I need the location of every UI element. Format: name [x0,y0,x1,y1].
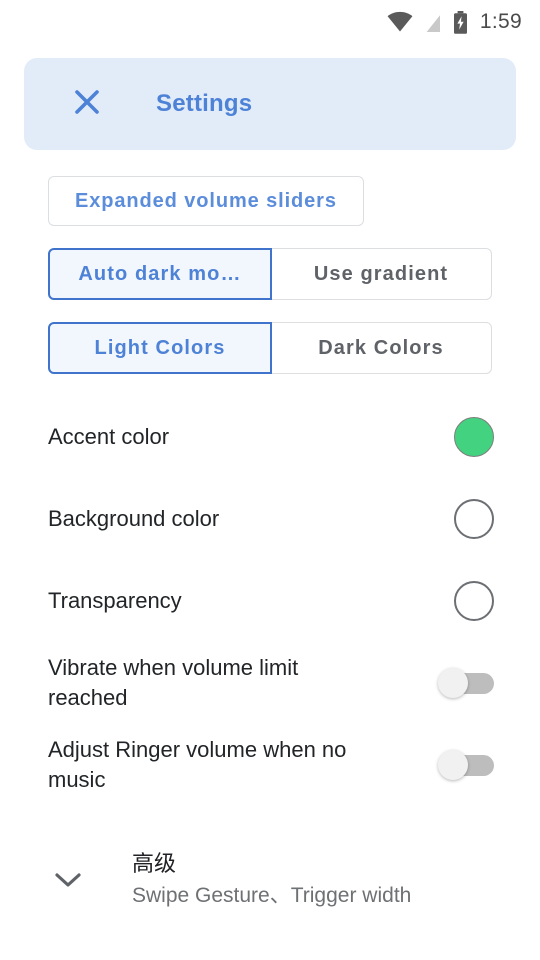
row-label: Accent color [48,424,170,449]
toggle-thumb [438,750,468,780]
signal-off-icon [423,11,443,33]
segment-option-label: Auto dark mo… [78,262,242,285]
page-title: Settings [156,90,253,117]
segment-option-dark-colors[interactable]: Dark Colors [271,322,492,374]
segment-option-light-colors[interactable]: Light Colors [48,322,272,374]
advanced-expander[interactable]: 高级 Swipe Gesture、Trigger width [0,832,540,928]
color-scheme-segment: Light Colors Dark Colors [48,322,492,374]
status-time: 1:59 [479,10,522,33]
row-label: Background color [48,506,220,531]
row-background-color[interactable]: Background color [0,478,540,560]
settings-list: Accent color Background color Transparen… [0,396,540,806]
expanded-volume-sliders-row: Expanded volume sliders [0,176,540,226]
expanded-volume-sliders-button[interactable]: Expanded volume sliders [48,176,364,226]
row-transparency[interactable]: Transparency [0,560,540,642]
background-color-swatch[interactable] [454,499,494,539]
row-label: Vibrate when volume limit reached [48,655,299,710]
row-label: Transparency [48,588,182,613]
transparency-swatch[interactable] [454,581,494,621]
segment-option-use-gradient[interactable]: Use gradient [271,248,492,300]
advanced-subtitle: Swipe Gesture、Trigger width [132,884,412,907]
toggle-thumb [438,668,468,698]
segment-option-auto-dark-mode[interactable]: Auto dark mo… [48,248,272,300]
advanced-text-block: 高级 Swipe Gesture、Trigger width [132,849,411,911]
advanced-title: 高级 [132,851,177,876]
status-bar: 1:59 [0,0,540,44]
row-accent-color[interactable]: Accent color [0,396,540,478]
segment-option-label: Dark Colors [318,336,444,359]
row-adjust-ringer-volume[interactable]: Adjust Ringer volume when no music [0,724,540,806]
wifi-icon [387,11,413,33]
battery-charging-icon [453,10,468,34]
close-icon [72,87,102,122]
segment-option-label: Use gradient [313,262,449,285]
vibrate-volume-limit-toggle[interactable] [438,668,494,698]
row-label: Adjust Ringer volume when no music [48,737,347,792]
segment-option-label: Light Colors [94,336,226,359]
chevron-down-icon [48,871,88,889]
close-button[interactable] [70,87,104,121]
dark-mode-segment: Auto dark mo… Use gradient [48,248,492,300]
adjust-ringer-volume-toggle[interactable] [438,750,494,780]
accent-color-swatch[interactable] [454,417,494,457]
settings-header: Settings [24,58,516,150]
row-vibrate-volume-limit[interactable]: Vibrate when volume limit reached [0,642,540,724]
